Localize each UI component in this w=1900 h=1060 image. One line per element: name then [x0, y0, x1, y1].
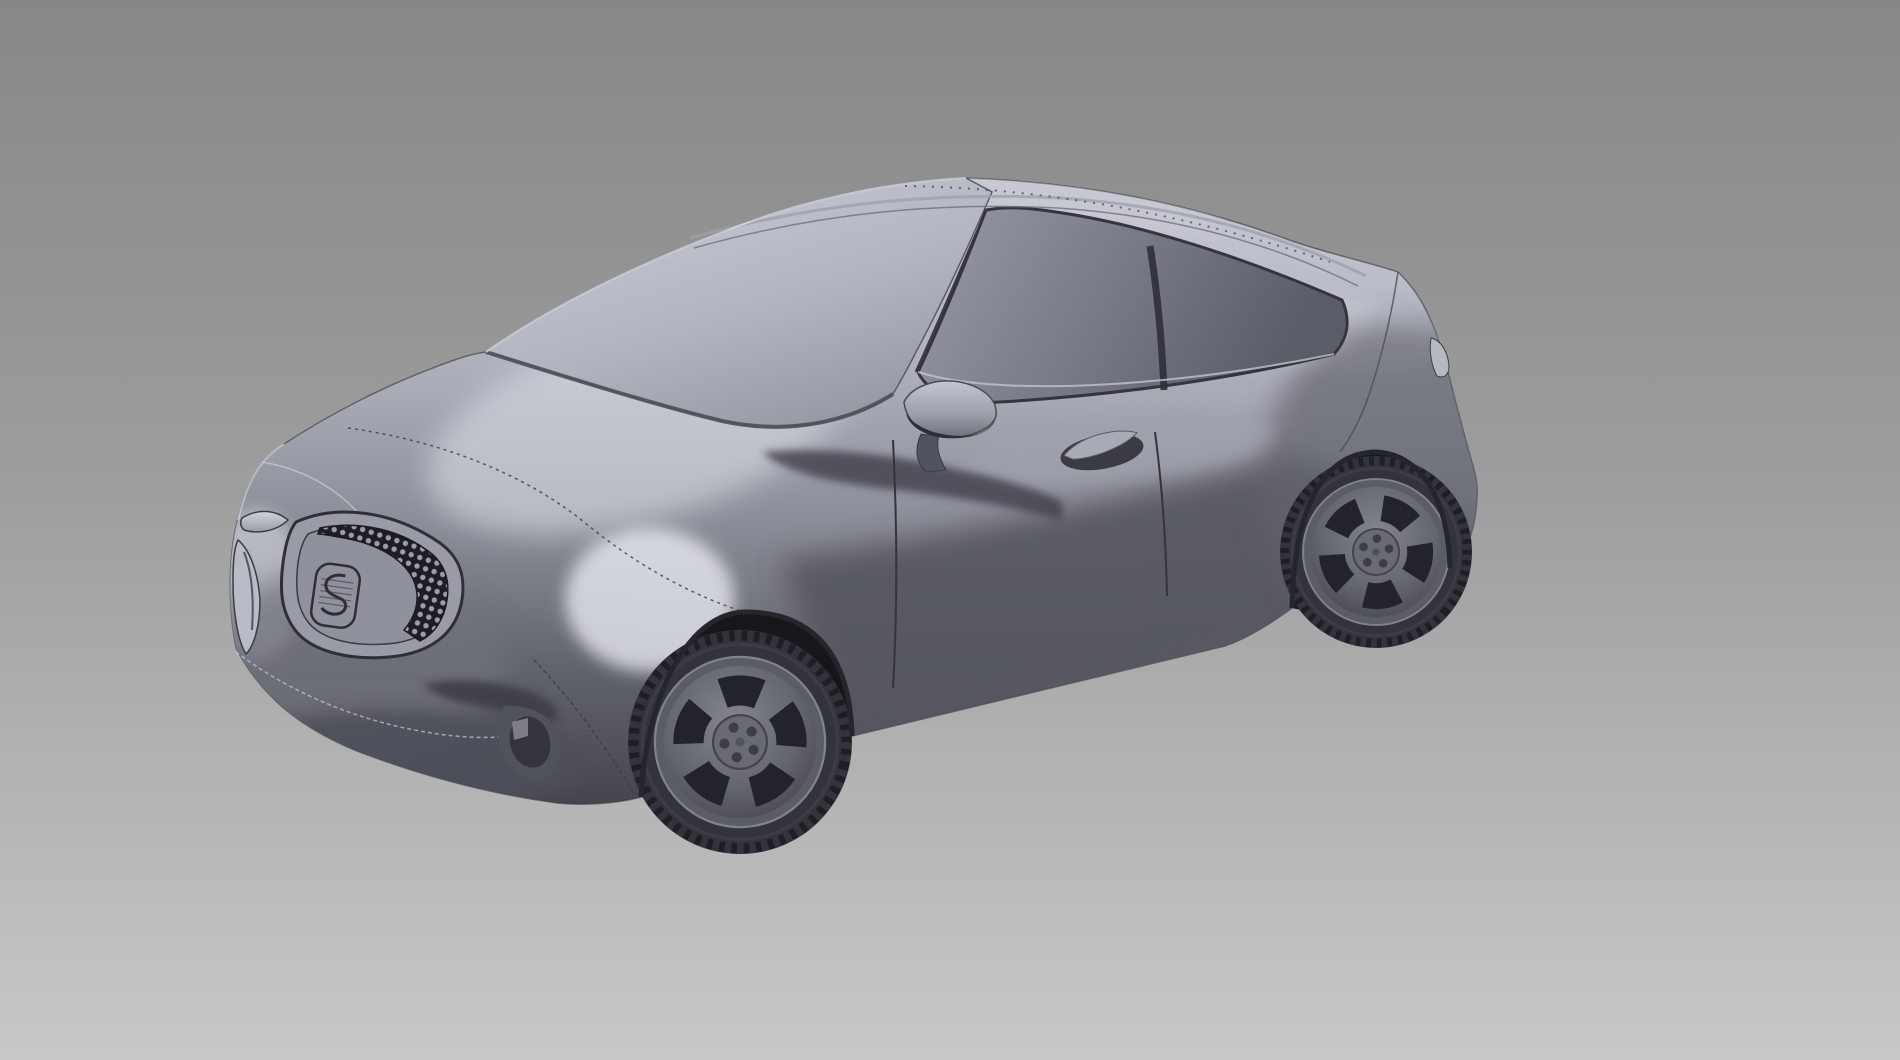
render-stage [0, 0, 1900, 1060]
render-viewport[interactable] [0, 0, 1900, 1060]
